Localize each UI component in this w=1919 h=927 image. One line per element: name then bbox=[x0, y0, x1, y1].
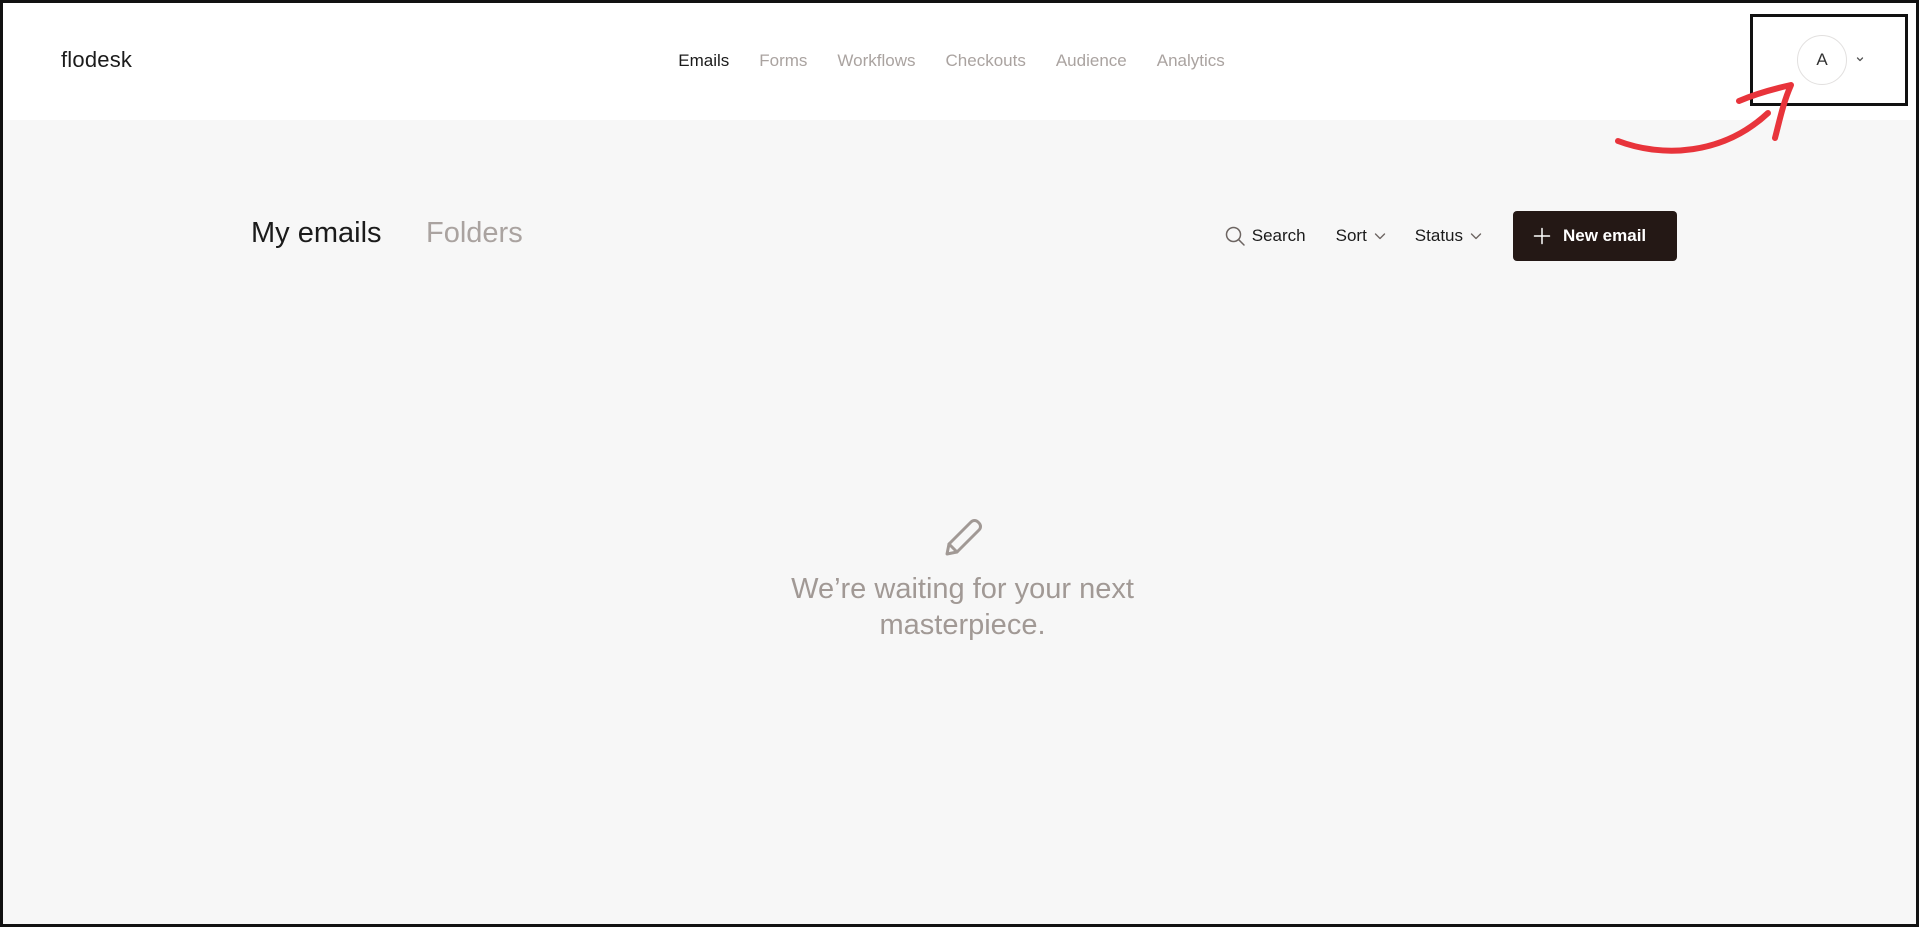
nav-item-analytics[interactable]: Analytics bbox=[1157, 51, 1225, 71]
tab-folders[interactable]: Folders bbox=[426, 217, 523, 250]
email-toolbar: Search Sort Status New email bbox=[1224, 211, 1677, 261]
new-email-button[interactable]: New email bbox=[1513, 211, 1677, 261]
search-icon bbox=[1225, 226, 1245, 246]
nav-item-audience[interactable]: Audience bbox=[1056, 51, 1127, 71]
nav-item-emails[interactable]: Emails bbox=[678, 51, 729, 71]
status-label: Status bbox=[1414, 226, 1463, 245]
nav-item-workflows[interactable]: Workflows bbox=[837, 51, 915, 71]
search-label: Search bbox=[1251, 226, 1306, 245]
sort-dropdown[interactable]: Sort bbox=[1336, 226, 1387, 246]
sort-label: Sort bbox=[1335, 226, 1367, 245]
empty-state-message: We’re waiting for your next masterpiece. bbox=[791, 573, 1134, 641]
chevron-down-icon bbox=[1470, 233, 1482, 240]
status-dropdown[interactable]: Status bbox=[1415, 226, 1483, 246]
pencil-icon bbox=[945, 519, 982, 556]
chevron-down-icon bbox=[1374, 233, 1385, 240]
annotation-arrow-icon bbox=[1615, 82, 1794, 154]
app-window: flodesk Emails Forms Workflows Checkouts… bbox=[0, 0, 1919, 927]
page-header: My emails Folders Search Sort Status New… bbox=[251, 211, 1677, 261]
search-button[interactable]: Search bbox=[1224, 225, 1306, 247]
nav-item-forms[interactable]: Forms bbox=[759, 51, 807, 71]
new-email-label: New email bbox=[1563, 226, 1647, 245]
nav-item-checkouts[interactable]: Checkouts bbox=[946, 51, 1026, 71]
tab-my-emails[interactable]: My emails bbox=[251, 217, 382, 250]
plus-icon bbox=[1533, 227, 1551, 245]
empty-state: We’re waiting for your next masterpiece. bbox=[3, 515, 1916, 643]
